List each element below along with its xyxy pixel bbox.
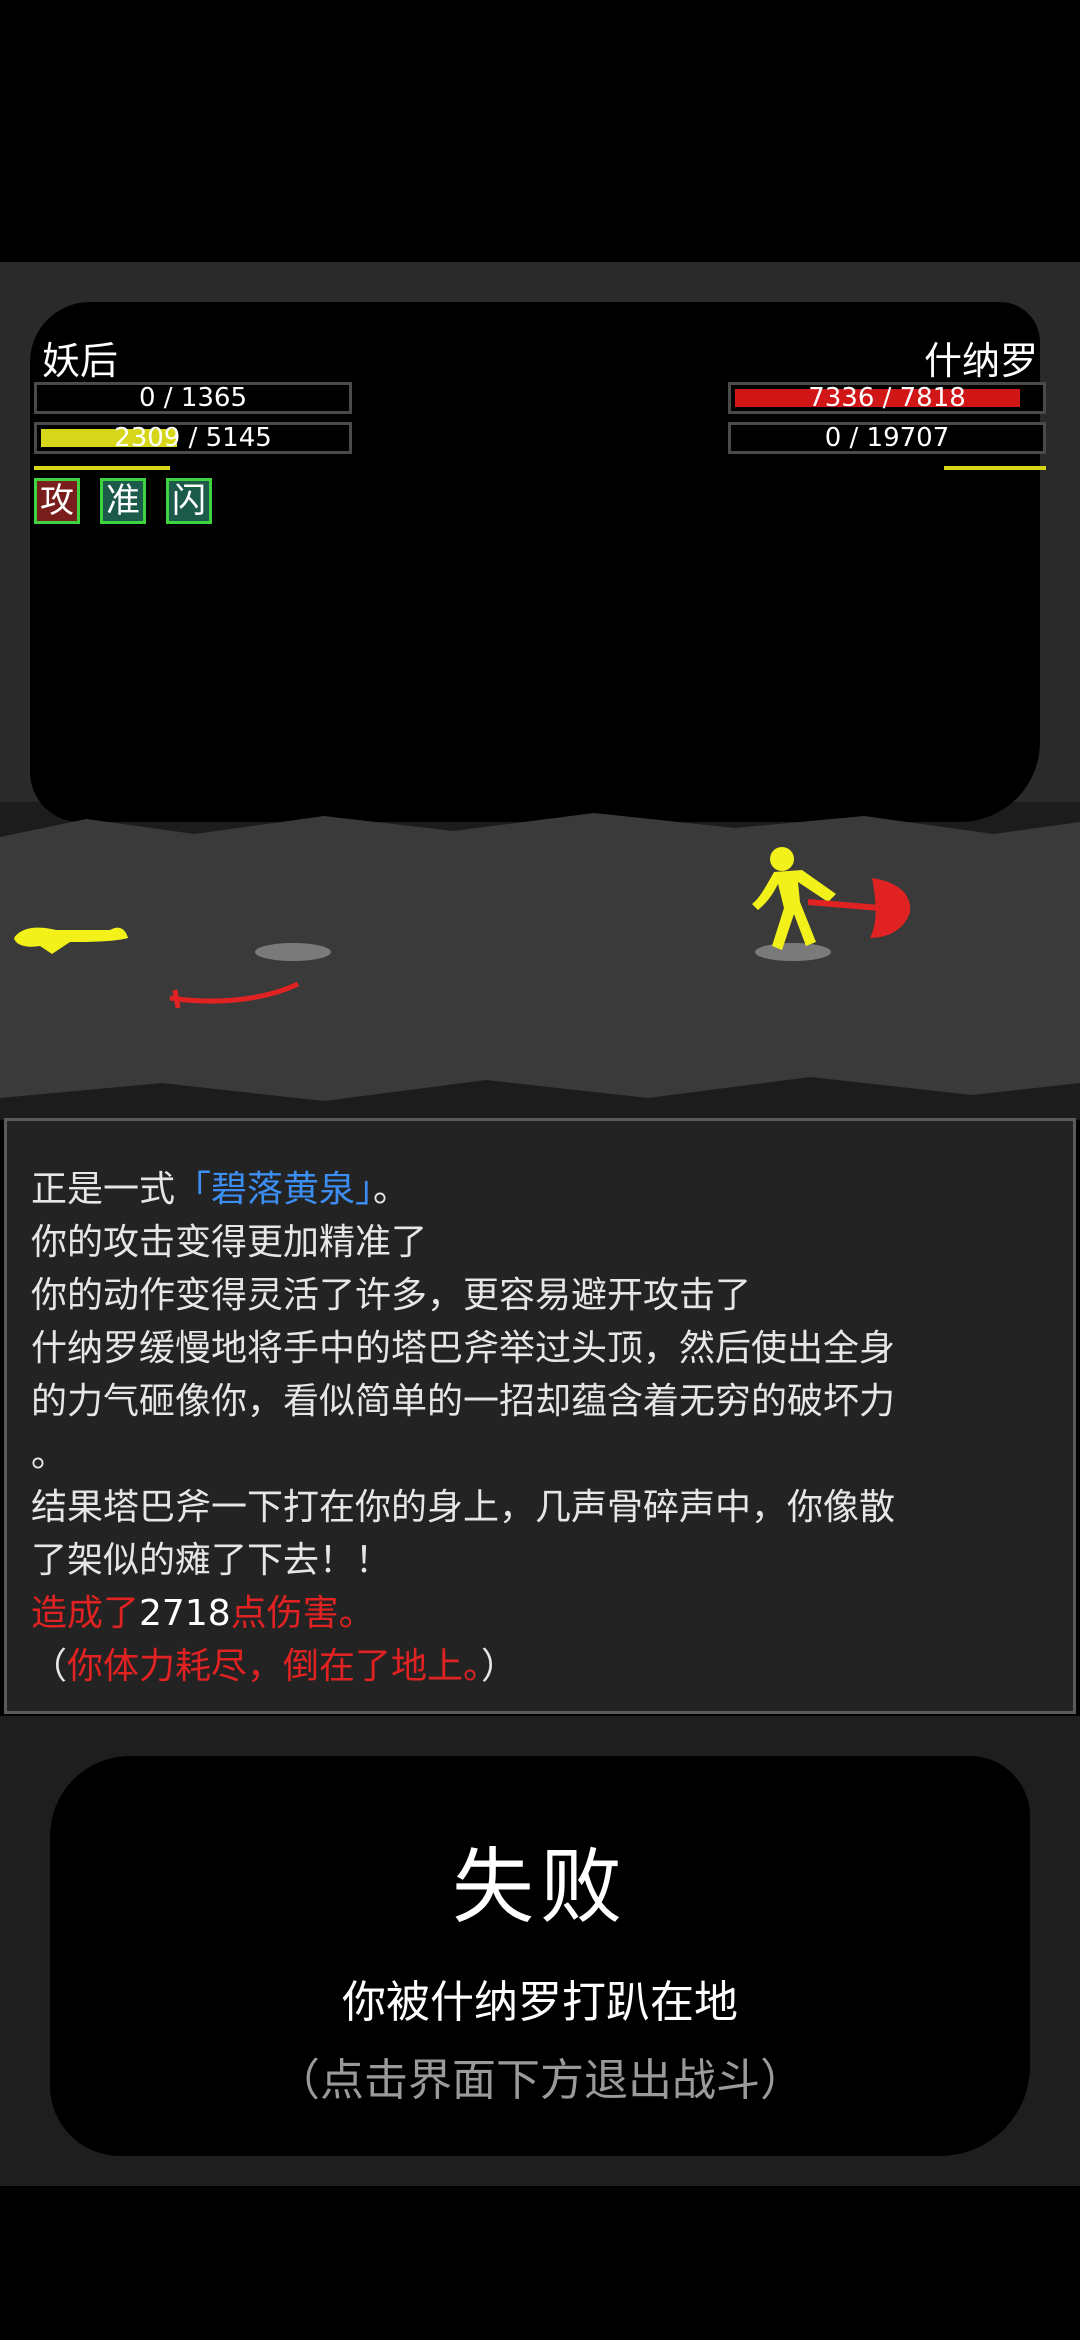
damage-suffix: 点伤害。 (230, 1593, 375, 1634)
log-line: 你的攻击变得更加精准了 (31, 1222, 428, 1263)
status-attack-icon[interactable]: 攻 (34, 478, 80, 524)
paren-close: ） (481, 1646, 518, 1687)
status-accuracy-icon[interactable]: 准 (100, 478, 146, 524)
battle-arena[interactable]: 妖后 0 / 1365 2309 / 5145 攻 准 闪 什纳罗 7336 /… (0, 262, 1080, 1120)
log-line: 正是一式「碧落黄泉」。 (31, 1163, 409, 1216)
log-line: 了架似的瘫了下去！！ (31, 1540, 392, 1581)
log-line: 你的动作变得灵活了许多，更容易避开攻击了 (31, 1275, 752, 1316)
log-line: （你体力耗尽，倒在了地上。） (31, 1640, 517, 1693)
player-charge-line (34, 466, 170, 470)
dropped-sword (169, 981, 300, 1004)
enemy-hp-bar: 7336 / 7818 (728, 382, 1046, 414)
exit-battle-hint[interactable]: （点击界面下方退出战斗） (0, 2044, 1080, 2108)
top-black-band (0, 0, 1080, 262)
result-panel[interactable] (0, 1716, 1080, 2186)
skill-name: 「碧落黄泉」 (175, 1169, 374, 1210)
log-text: 正是一式 (31, 1169, 176, 1210)
combat-log[interactable]: 正是一式「碧落黄泉」。 你的攻击变得更加精准了 你的动作变得灵活了许多，更容易避… (4, 1118, 1076, 1714)
damage-label: 造成了 (31, 1593, 140, 1634)
log-line: 。 (31, 1434, 68, 1475)
result-title: 失败 (451, 1840, 628, 1935)
enemy-figure (752, 847, 836, 950)
player-mp-bar: 2309 / 5145 (34, 422, 352, 454)
player-shadow (255, 943, 331, 961)
enemy-shadow (755, 943, 831, 961)
damage-value: 2718 (139, 1593, 231, 1634)
log-line: 结果塔巴斧一下打在你的身上，几声骨碎声中，你像散 (31, 1487, 896, 1528)
result-description: 你被什纳罗打趴在地 (342, 1977, 738, 2028)
enemy-hp-text: 7336 / 7818 (808, 383, 966, 413)
log-line: 什纳罗缓慢地将手中的塔巴斧举过头顶，然后使出全身 (31, 1328, 896, 1369)
player-mp-text: 2309 / 5145 (37, 425, 349, 451)
player-mp-value: 2309 (114, 423, 181, 453)
player-mp-max: / 5145 (180, 423, 272, 453)
log-line: 的力气砸像你，看似简单的一招却蕴含着无穷的破坏力 (31, 1381, 896, 1422)
paren-open: （ (31, 1646, 68, 1687)
log-text: 。 (373, 1169, 410, 1210)
player-name: 妖后 (42, 339, 119, 383)
status-dodge-icon[interactable]: 闪 (166, 478, 212, 524)
player-hp-text: 0 / 1365 (139, 383, 247, 413)
enemy-name: 什纳罗 (923, 339, 1038, 383)
enemy-mp-bar: 0 / 19707 (728, 422, 1046, 454)
knockout-text: 你体力耗尽，倒在了地上。 (67, 1646, 482, 1687)
player-hp-bar: 0 / 1365 (34, 382, 352, 414)
enemy-charge-line (944, 466, 1046, 470)
enemy-mp-text: 0 / 19707 (824, 423, 950, 453)
log-line: 造成了2718点伤害。 (31, 1587, 375, 1640)
fallen-player-figure (14, 927, 128, 954)
